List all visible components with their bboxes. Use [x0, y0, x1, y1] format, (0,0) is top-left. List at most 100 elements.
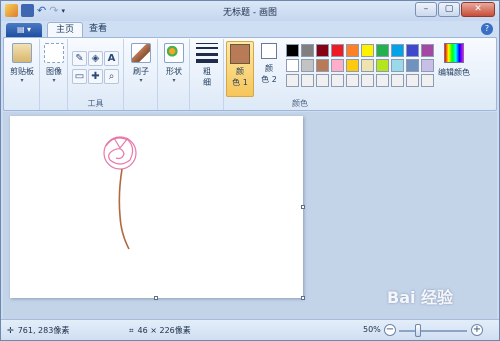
paint-window: ↶ ↷ ▾ 无标题 - 画图 – ▢ ✕ ▤ ▾ 主页 查看 ? 剪贴板 ▾ 图… [0, 0, 500, 341]
brushes-button[interactable]: 刷子 ▾ [127, 43, 155, 84]
text-icon[interactable]: A [104, 51, 119, 66]
edit-colors-icon [444, 43, 464, 63]
shapes-label: 形状 [166, 67, 182, 76]
ribbon-home: 剪贴板 ▾ 图像 ▾ ✎ ◈ A ▭ ✚ ⌕ 工具 刷子 ▾ 形状 ▾ 粗 细 … [3, 37, 497, 111]
color2-button[interactable]: 颜 色 2 [258, 43, 280, 85]
palette-swatch[interactable] [361, 44, 374, 57]
tab-home[interactable]: 主页 [47, 22, 84, 37]
palette-swatch[interactable] [331, 44, 344, 57]
magnifier-icon[interactable]: ⌕ [104, 69, 119, 84]
palette-swatch[interactable] [316, 74, 329, 87]
group-brushes: 刷子 ▾ [124, 39, 158, 110]
palette-swatch[interactable] [421, 44, 434, 57]
palette-swatch[interactable] [391, 74, 404, 87]
cursor-position-text: 761, 283像素 [17, 326, 70, 335]
color1-label-bottom: 色 1 [232, 78, 248, 87]
zoom-slider-thumb[interactable] [415, 324, 421, 337]
maximize-button[interactable]: ▢ [438, 2, 460, 17]
zoom-in-button[interactable]: + [471, 324, 483, 336]
zoom-slider-track[interactable] [399, 330, 467, 332]
brushes-label: 刷子 [133, 67, 149, 76]
palette-swatch[interactable] [286, 74, 299, 87]
status-bar: ✛ 761, 283像素 ⌗ 46 × 226像素 50% − + [1, 319, 499, 340]
title-bar: ↶ ↷ ▾ 无标题 - 画图 – ▢ ✕ [1, 1, 499, 21]
rose-stem [118, 168, 130, 250]
resize-handle-bottom[interactable] [154, 296, 158, 300]
palette-swatch[interactable] [346, 74, 359, 87]
ribbon-tab-row: ▤ ▾ 主页 查看 ? [1, 21, 499, 37]
paste-button[interactable]: 剪贴板 ▾ [8, 43, 36, 84]
palette-swatch[interactable] [301, 59, 314, 72]
color1-button[interactable]: 颜 色 1 [226, 41, 254, 97]
selection-size-text: 46 × 226像素 [137, 326, 191, 335]
tab-view[interactable]: 查看 [81, 22, 115, 37]
color2-swatch [261, 43, 277, 59]
chevron-down-icon: ▾ [52, 77, 56, 84]
close-button[interactable]: ✕ [461, 2, 495, 17]
crosshair-icon: ✛ [7, 326, 14, 335]
select-icon [44, 43, 64, 63]
edit-colors-label: 编辑颜色 [438, 68, 470, 77]
palette-swatch[interactable] [346, 44, 359, 57]
help-icon[interactable]: ? [481, 23, 493, 35]
color2-label-bottom: 色 2 [261, 75, 277, 84]
pencil-icon[interactable]: ✎ [72, 51, 87, 66]
minimize-button[interactable]: – [415, 2, 437, 17]
image-label: 图像 [46, 67, 62, 76]
palette-swatch[interactable] [331, 74, 344, 87]
group-tools: ✎ ◈ A ▭ ✚ ⌕ 工具 [68, 39, 124, 110]
palette-swatch[interactable] [286, 59, 299, 72]
selection-size: ⌗ 46 × 226像素 [129, 325, 191, 336]
palette-swatch[interactable] [346, 59, 359, 72]
watermark: Bai 经验 [387, 288, 454, 307]
shapes-button[interactable]: 形状 ▾ [160, 43, 188, 84]
size-button[interactable]: 粗 细 [193, 43, 221, 88]
clipboard-label: 剪贴板 [10, 67, 34, 76]
selection-size-icon: ⌗ [129, 325, 134, 335]
chevron-down-icon: ▾ [139, 77, 143, 84]
color1-swatch [230, 44, 250, 64]
group-colors: 颜 色 1 颜 色 2 编辑颜色 颜色 [224, 39, 496, 110]
palette-swatch[interactable] [376, 44, 389, 57]
brush-icon [131, 43, 151, 63]
color2-label-top: 颜 [265, 64, 273, 73]
palette-swatch[interactable] [406, 74, 419, 87]
palette-swatch[interactable] [286, 44, 299, 57]
palette-swatch[interactable] [376, 59, 389, 72]
palette-swatch[interactable] [361, 59, 374, 72]
palette-swatch[interactable] [406, 59, 419, 72]
palette-swatch[interactable] [421, 59, 434, 72]
fill-icon[interactable]: ◈ [88, 51, 103, 66]
zoom-out-button[interactable]: − [384, 324, 396, 336]
tools-group-label: 工具 [87, 99, 104, 108]
resize-handle-corner[interactable] [301, 296, 305, 300]
palette-swatch[interactable] [421, 74, 434, 87]
palette-swatch[interactable] [331, 59, 344, 72]
palette-swatch[interactable] [376, 74, 389, 87]
resize-handle-right[interactable] [301, 205, 305, 209]
line-width-icon [196, 43, 218, 63]
palette-swatch[interactable] [391, 59, 404, 72]
palette-swatch[interactable] [301, 44, 314, 57]
eraser-icon[interactable]: ▭ [72, 69, 87, 84]
palette-swatch[interactable] [316, 59, 329, 72]
group-image: 图像 ▾ [40, 39, 68, 110]
color1-label-top: 颜 [236, 67, 244, 76]
shapes-icon [164, 43, 184, 63]
palette-swatch[interactable] [316, 44, 329, 57]
color-picker-icon[interactable]: ✚ [88, 69, 103, 84]
edit-colors-button[interactable]: 编辑颜色 [434, 43, 474, 78]
image-button[interactable]: 图像 ▾ [42, 43, 66, 84]
group-clipboard: 剪贴板 ▾ [4, 39, 40, 110]
size-label-top: 粗 [203, 67, 211, 76]
cursor-position: ✛ 761, 283像素 [7, 325, 69, 336]
palette-swatch[interactable] [406, 44, 419, 57]
drawing-canvas[interactable] [10, 116, 303, 298]
palette-swatch[interactable] [391, 44, 404, 57]
palette-swatch[interactable] [361, 74, 374, 87]
chevron-down-icon: ▾ [20, 77, 24, 84]
palette-swatch[interactable] [301, 74, 314, 87]
paint-menu-button[interactable]: ▤ ▾ [6, 23, 42, 37]
rose-drawing [103, 136, 137, 250]
size-label-bottom: 细 [203, 78, 211, 87]
